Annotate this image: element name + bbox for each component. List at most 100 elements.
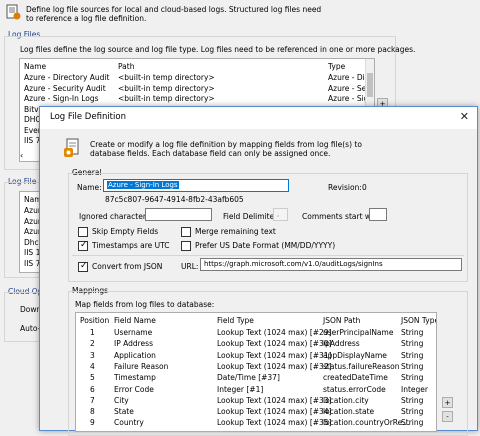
row-type: Azure - Sig [328,94,369,103]
field-delimiter-label: Field Delimiter: [223,212,280,221]
log-file-definition-dialog: Log File Definition ✕ Create or modify a… [39,106,478,436]
row-json-type: String [401,328,424,337]
timestamps-utc-checkbox[interactable] [78,240,88,251]
list-item[interactable]: IIS 10 [24,248,40,258]
row-json-path: userPrincipalName [323,328,394,337]
skip-empty-fields-checkbox[interactable] [78,227,88,237]
list-item[interactable]: IIS 7.5 [24,259,40,269]
table-row[interactable]: 8 State Lookup Text (1024 max) [#34] locati… [76,407,436,418]
ignored-characters-label: Ignored characters: [79,212,153,221]
list-header: Name Path Type [20,62,374,72]
row-position: 8 [90,407,95,417]
row-position: 4 [90,361,95,371]
column-header-json-type[interactable]: JSON Type [401,316,436,327]
mappings-table[interactable]: Position Field Name Field Type JSON Path… [75,312,437,432]
row-field-type: Lookup Text (1024 max) [#33] [217,395,332,405]
row-type: Azure - Se [328,83,367,93]
revision-label: Revision: [328,183,362,192]
column-header-type[interactable]: Type [328,62,345,72]
document-icon [5,4,21,20]
prefer-us-date-label: Prefer US Date Format (MM/DD/YYYY) [195,241,336,250]
cloud-options-group [4,292,44,342]
row-field-type: Date/Time [#37] [217,373,280,383]
name-label: Name: [77,183,102,192]
scroll-left-icon[interactable]: ‹ [20,151,29,160]
table-row[interactable]: 1 Username Lookup Text (1024 max) [#29] use… [76,328,436,339]
convert-from-json-label: Convert from JSON [92,262,163,271]
row-type: Azure - Dir [328,73,368,82]
mappings-header: Position Field Name Field Type JSON Path… [76,316,436,327]
row-field-type: Integer [#1] [217,384,264,394]
row-position: 2 [90,339,95,349]
column-header-name[interactable]: Name [24,62,46,72]
row-path: <built-in temp directory> [118,94,215,103]
url-label: URL: [181,262,199,271]
row-json-type: Integer [401,384,428,394]
url-field[interactable]: https://graph.microsoft.com/v1.0/auditLo… [200,258,462,271]
row-field-name: State [114,407,134,417]
row-name: Azure - Directory Audit [24,73,110,82]
definitions-list[interactable]: Name AzureAzureAzureDhcp WIIS 10IIS 7.5 [19,191,40,273]
row-json-path: createdDateTime [323,373,388,383]
table-row[interactable]: Azure - Security Audit <built-in temp dir… [20,84,374,94]
row-path: <built-in temp directory> [118,83,215,93]
dialog-title: Log File Definition [50,112,126,122]
row-json-path: status.failureReason [323,361,400,371]
row-field-name: Failure Reason [114,361,169,371]
row-json-type: String [401,361,424,371]
def-column-header-name[interactable]: Name [24,195,40,205]
table-row[interactable]: Azure - Directory Audit <built-in temp di… [20,73,374,83]
column-header-field-type[interactable]: Field Type [217,316,254,327]
merge-remaining-text-checkbox[interactable] [181,227,191,237]
table-row[interactable]: 3 Application Lookup Text (1024 max) [#31]… [76,351,436,362]
add-mapping-button[interactable]: + [442,397,453,408]
column-header-position[interactable]: Position [80,316,109,327]
merge-remaining-text-label: Merge remaining text [195,227,276,236]
row-json-path: ipAddress [323,339,360,349]
row-path: <built-in temp directory> [118,73,215,82]
row-json-path: status.errorCode [323,384,386,394]
row-name: Azure - Sign-In Logs [24,94,99,103]
row-field-name: Username [114,328,153,337]
table-row[interactable]: Azure - Sign-In Logs <built-in temp direc… [20,94,374,104]
row-json-type: String [401,350,424,360]
column-header-path[interactable]: Path [118,62,134,72]
field-delimiter-field[interactable]: , [273,208,288,221]
table-row[interactable]: 5 Timestamp Date/Time [#37] createdDateTime… [76,373,436,384]
remove-mapping-button[interactable]: - [442,411,453,422]
row-field-type: Lookup Text (1024 max) [#35] [217,418,332,428]
row-position: 5 [90,373,95,383]
list-item[interactable]: Azure [24,227,40,237]
row-json-path: location.countryOrRe... [323,418,410,428]
dialog-title-bar[interactable]: Log File Definition ✕ [40,107,477,129]
column-header-json-path[interactable]: JSON Path [323,316,360,327]
ignored-characters-field[interactable] [145,208,212,221]
row-field-name: Country [114,418,144,428]
row-json-path: location.city [323,395,369,405]
revision-value: 0 [362,183,367,192]
list-item[interactable]: Dhcp W [24,238,40,248]
list-item[interactable]: Azure [24,206,40,216]
row-field-type: Lookup Text (1024 max) [#29] [217,328,332,337]
table-row[interactable]: 4 Failure Reason Lookup Text (1024 max) [#… [76,362,436,373]
row-field-type: Lookup Text (1024 max) [#31] [217,350,332,360]
prefer-us-date-checkbox[interactable] [181,241,191,251]
row-json-type: String [401,407,424,417]
row-field-name: IP Address [114,339,153,349]
row-json-type: String [401,339,424,349]
table-row[interactable]: 6 Error Code Integer [#1] status.errorCode I… [76,385,436,396]
scrollbar-thumb[interactable] [367,73,373,97]
row-position: 1 [90,328,95,337]
comments-start-field[interactable] [369,208,387,221]
list-item[interactable]: Azure [24,217,40,227]
table-row[interactable]: 2 IP Address Lookup Text (1024 max) [#30] i… [76,339,436,350]
table-row[interactable]: 9 Country Lookup Text (1024 max) [#35] loca… [76,418,436,429]
row-field-type: Lookup Text (1024 max) [#30] [217,339,332,349]
log-files-description: Log files define the log source and log … [20,45,416,54]
column-header-field-name[interactable]: Field Name [114,316,156,327]
close-icon[interactable]: ✕ [460,110,469,123]
timestamps-utc-label: Timestamps are UTC [92,241,170,250]
convert-from-json-checkbox[interactable] [78,261,88,272]
name-field[interactable]: Azure - Sign-In Logs [103,179,289,192]
table-row[interactable]: 7 City Lookup Text (1024 max) [#33] locatio… [76,396,436,407]
